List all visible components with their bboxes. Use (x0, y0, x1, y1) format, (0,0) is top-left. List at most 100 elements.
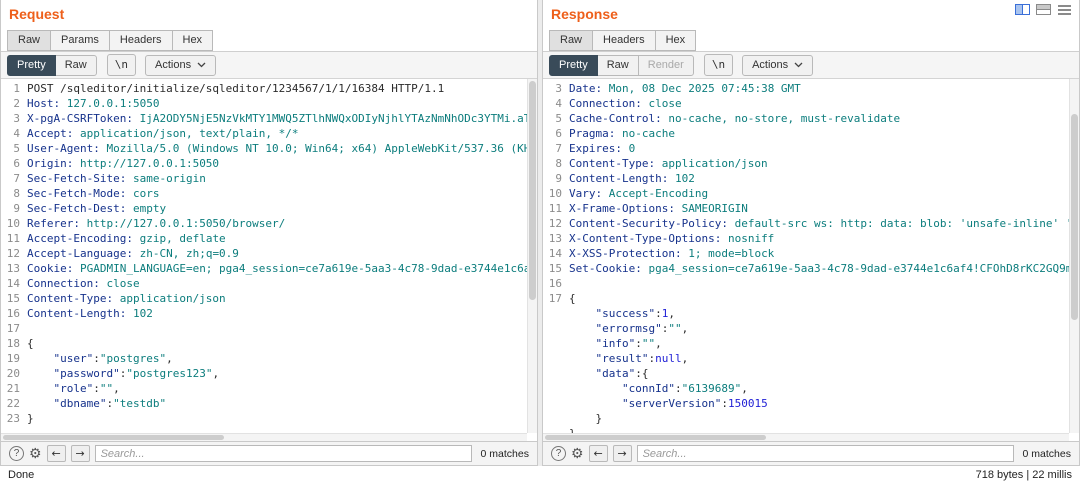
code-line: 16 (543, 276, 1069, 291)
tab-raw[interactable]: Raw (7, 30, 50, 51)
code-line: 11X-Frame-Options: SAMEORIGIN (543, 201, 1069, 216)
request-vertical-scrollbar[interactable] (527, 79, 537, 433)
code-line: "success":1, (543, 306, 1069, 321)
request-code: 1POST /sqleditor/initialize/sqleditor/12… (1, 79, 527, 433)
match-count: 0 matches (481, 448, 529, 460)
view-mode-raw[interactable]: Raw (55, 55, 97, 76)
response-panel-title: Response (551, 6, 618, 22)
scrollbar-thumb[interactable] (1071, 114, 1078, 319)
code-line: } (543, 426, 1069, 433)
code-line: 3X-pgA-CSRFToken: IjA2ODY5NjE5NzVkMTY1MW… (1, 111, 527, 126)
search-settings-gear-icon[interactable]: ⚙ (29, 446, 42, 461)
code-line: 14Connection: close (1, 276, 527, 291)
request-panel-title: Request (9, 6, 64, 22)
response-vertical-scrollbar[interactable] (1069, 79, 1079, 433)
request-toolbar: PrettyRaw \n Actions (1, 52, 537, 79)
next-match-button[interactable]: → (613, 445, 632, 462)
code-line: 21 "role":"", (1, 381, 527, 396)
code-line: 6Origin: http://127.0.0.1:5050 (1, 156, 527, 171)
scrollbar-thumb[interactable] (545, 435, 766, 440)
request-response-split: Request RawParamsHeadersHex PrettyRaw \n… (0, 0, 1080, 466)
code-line: } (543, 411, 1069, 426)
response-code: 3Date: Mon, 08 Dec 2025 07:45:38 GMT4Con… (543, 79, 1069, 433)
code-line: 3Date: Mon, 08 Dec 2025 07:45:38 GMT (543, 81, 1069, 96)
help-icon[interactable]: ? (551, 446, 566, 461)
code-line: 12Content-Security-Policy: default-src w… (543, 216, 1069, 231)
http-message-viewer: Request RawParamsHeadersHex PrettyRaw \n… (0, 0, 1080, 484)
code-line: 6Pragma: no-cache (543, 126, 1069, 141)
request-search-bar: ? ⚙ ← → 0 matches (1, 441, 537, 465)
next-match-button[interactable]: → (71, 445, 90, 462)
view-mode-pretty[interactable]: Pretty (549, 55, 598, 76)
view-mode-render: Render (638, 55, 694, 76)
response-tabs: RawHeadersHex (543, 26, 1079, 52)
code-line: 9Content-Length: 102 (543, 171, 1069, 186)
request-panel: Request RawParamsHeadersHex PrettyRaw \n… (0, 0, 538, 466)
code-line: "data":{ (543, 366, 1069, 381)
show-newlines-button[interactable]: \n (704, 54, 733, 76)
code-line: "connId":"6139689", (543, 381, 1069, 396)
code-line: "result":null, (543, 351, 1069, 366)
request-view-mode-selector: PrettyRaw (7, 55, 97, 76)
actions-button[interactable]: Actions (742, 55, 813, 76)
code-line: 14X-XSS-Protection: 1; mode=block (543, 246, 1069, 261)
previous-match-button[interactable]: ← (47, 445, 66, 462)
code-line: 13X-Content-Type-Options: nosniff (543, 231, 1069, 246)
actions-button-label: Actions (155, 59, 191, 71)
search-input[interactable] (95, 445, 472, 462)
view-mode-raw[interactable]: Raw (597, 55, 639, 76)
scrollbar-thumb[interactable] (3, 435, 224, 440)
match-count: 0 matches (1023, 448, 1071, 460)
code-line: 5User-Agent: Mozilla/5.0 (Windows NT 10.… (1, 141, 527, 156)
response-view-mode-selector: PrettyRawRender (549, 55, 694, 76)
response-horizontal-scrollbar[interactable] (543, 433, 1069, 441)
response-panel-header: Response (543, 0, 1079, 26)
status-bar: Done 718 bytes | 22 millis (0, 466, 1080, 484)
request-editor[interactable]: 1POST /sqleditor/initialize/sqleditor/12… (1, 79, 537, 441)
status-text: Done (8, 469, 34, 481)
previous-match-button[interactable]: ← (589, 445, 608, 462)
code-line: 2Host: 127.0.0.1:5050 (1, 96, 527, 111)
code-line: 9Sec-Fetch-Dest: empty (1, 201, 527, 216)
code-line: "errormsg":"", (543, 321, 1069, 336)
request-tabs: RawParamsHeadersHex (1, 26, 537, 52)
search-settings-gear-icon[interactable]: ⚙ (571, 446, 584, 461)
tab-hex[interactable]: Hex (172, 30, 214, 51)
response-editor[interactable]: 3Date: Mon, 08 Dec 2025 07:45:38 GMT4Con… (543, 79, 1079, 441)
code-line: 15Content-Type: application/json (1, 291, 527, 306)
code-line: 8Sec-Fetch-Mode: cors (1, 186, 527, 201)
code-line: 18{ (1, 336, 527, 351)
response-size-timing: 718 bytes | 22 millis (976, 469, 1072, 481)
code-line: 11Accept-Encoding: gzip, deflate (1, 231, 527, 246)
code-line: 7Expires: 0 (543, 141, 1069, 156)
code-line: 10Vary: Accept-Encoding (543, 186, 1069, 201)
request-panel-header: Request (1, 0, 537, 26)
code-line: 15Set-Cookie: pga4_session=ce7a619e-5aa3… (543, 261, 1069, 276)
code-line: 17{ (543, 291, 1069, 306)
search-input[interactable] (637, 445, 1014, 462)
code-line: 5Cache-Control: no-cache, no-store, must… (543, 111, 1069, 126)
response-panel: Response RawHeadersHex PrettyRawRender \… (542, 0, 1080, 466)
code-line: "info":"", (543, 336, 1069, 351)
chevron-down-icon (794, 59, 803, 71)
scrollbar-thumb[interactable] (529, 81, 536, 300)
request-horizontal-scrollbar[interactable] (1, 433, 527, 441)
chevron-down-icon (197, 59, 206, 71)
code-line: 4Accept: application/json, text/plain, *… (1, 126, 527, 141)
tab-hex[interactable]: Hex (655, 30, 697, 51)
code-line: 4Connection: close (543, 96, 1069, 111)
tab-headers[interactable]: Headers (592, 30, 655, 51)
code-line: 12Accept-Language: zh-CN, zh;q=0.9 (1, 246, 527, 261)
actions-button[interactable]: Actions (145, 55, 216, 76)
view-mode-pretty[interactable]: Pretty (7, 55, 56, 76)
tab-headers[interactable]: Headers (109, 30, 172, 51)
help-icon[interactable]: ? (9, 446, 24, 461)
tab-raw[interactable]: Raw (549, 30, 592, 51)
code-line: 16Content-Length: 102 (1, 306, 527, 321)
code-line: "serverVersion":150015 (543, 396, 1069, 411)
show-newlines-button[interactable]: \n (107, 54, 136, 76)
code-line: 10Referer: http://127.0.0.1:5050/browser… (1, 216, 527, 231)
code-line: 23} (1, 411, 527, 426)
code-line: 13Cookie: PGADMIN_LANGUAGE=en; pga4_sess… (1, 261, 527, 276)
tab-params[interactable]: Params (50, 30, 109, 51)
